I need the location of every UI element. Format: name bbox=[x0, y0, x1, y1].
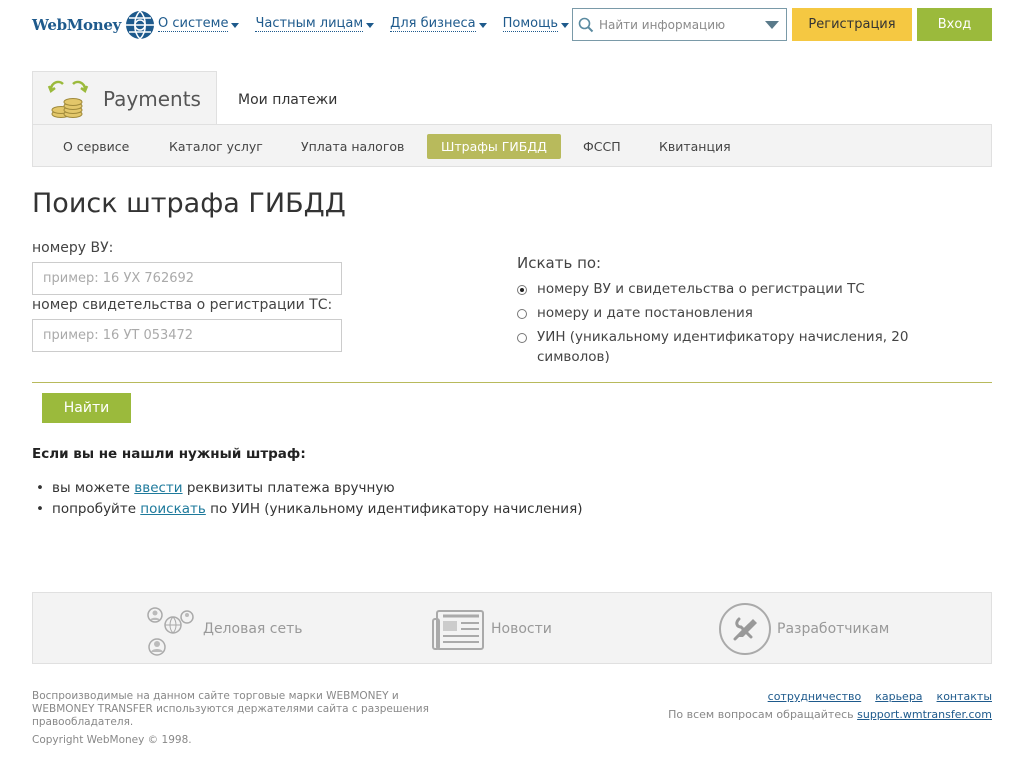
search-icon bbox=[573, 9, 599, 40]
footer-item-business-network[interactable]: Деловая сеть bbox=[143, 593, 302, 665]
login-button[interactable]: Вход bbox=[917, 8, 992, 41]
support-line: По всем вопросам обращайтесь support.wmt… bbox=[668, 708, 992, 721]
vehicle-cert-label: номер свидетельства о регистрации ТС: bbox=[32, 297, 333, 313]
tab-payments[interactable]: Payments bbox=[32, 71, 217, 126]
radio-option-resolution[interactable]: номеру и дате постановления bbox=[517, 303, 937, 323]
enter-manually-link[interactable]: ввести bbox=[134, 480, 182, 496]
vehicle-cert-input[interactable] bbox=[32, 319, 342, 352]
subnav-item-taxes[interactable]: Уплата налогов bbox=[287, 134, 418, 159]
globe-icon bbox=[126, 10, 155, 40]
link-career[interactable]: карьера bbox=[875, 690, 922, 703]
copyright: Copyright WebMoney © 1998. bbox=[32, 734, 192, 746]
business-network-icon bbox=[147, 607, 194, 656]
service-title: Payments bbox=[103, 87, 201, 111]
help-title: Если вы не нашли нужный штраф: bbox=[32, 446, 306, 462]
logo-text: WebMoney bbox=[32, 16, 122, 34]
support-link[interactable]: support.wmtransfer.com bbox=[857, 708, 992, 721]
search-input[interactable] bbox=[599, 17, 759, 32]
register-button[interactable]: Регистрация bbox=[792, 8, 912, 41]
subnav-item-fssp[interactable]: ФССП bbox=[569, 134, 635, 159]
link-cooperation[interactable]: сотрудничество bbox=[768, 690, 862, 703]
radio-option-license-cert[interactable]: номеру ВУ и свидетельства о регистрации … bbox=[517, 279, 937, 299]
footer-item-news[interactable]: Новости bbox=[431, 593, 552, 665]
footer-services: Деловая сеть Новости Разработчикам bbox=[32, 592, 992, 664]
license-number-input[interactable] bbox=[32, 262, 342, 295]
nav-item-individuals[interactable]: Частным лицам bbox=[255, 16, 375, 32]
tools-icon bbox=[719, 603, 771, 655]
search-box bbox=[572, 8, 787, 41]
search-by-label: Искать по: bbox=[517, 254, 602, 272]
service-subnav: О сервисе Каталог услуг Уплата налогов Ш… bbox=[32, 124, 992, 167]
subnav-item-about[interactable]: О сервисе bbox=[49, 134, 143, 159]
subnav-item-receipt[interactable]: Квитанция bbox=[645, 134, 745, 159]
coins-icon bbox=[47, 80, 89, 118]
list-item: вы можете ввести реквизиты платежа вручн… bbox=[32, 478, 582, 499]
radio-button[interactable] bbox=[517, 333, 527, 343]
license-number-label: номеру ВУ: bbox=[32, 240, 114, 256]
tab-my-payments[interactable]: Мои платежи bbox=[238, 92, 337, 108]
search-by-uin-link[interactable]: поискать bbox=[140, 501, 206, 517]
footer-links: сотрудничество карьера контакты bbox=[768, 690, 992, 703]
legal-notice: Воспроизводимые на данном сайте торговые… bbox=[32, 690, 429, 728]
subnav-item-traffic-fines[interactable]: Штрафы ГИБДД bbox=[427, 134, 561, 159]
main-nav: О системе Частным лицам Для бизнеса Помо… bbox=[158, 16, 585, 32]
search-dropdown-icon[interactable] bbox=[762, 15, 782, 35]
list-item: попробуйте поискать по УИН (уникальному … bbox=[32, 499, 582, 520]
divider bbox=[32, 382, 992, 383]
help-list: вы можете ввести реквизиты платежа вручн… bbox=[32, 478, 582, 520]
footer-item-developers[interactable]: Разработчикам bbox=[717, 593, 889, 665]
chevron-down-icon bbox=[561, 22, 569, 28]
nav-item-about[interactable]: О системе bbox=[158, 16, 240, 32]
chevron-down-icon bbox=[366, 22, 375, 28]
radio-button[interactable] bbox=[517, 285, 527, 295]
subnav-item-catalog[interactable]: Каталог услуг bbox=[155, 134, 277, 159]
nav-item-help[interactable]: Помощь bbox=[502, 16, 569, 32]
chevron-down-icon bbox=[478, 22, 487, 28]
webmoney-logo[interactable]: WebMoney bbox=[32, 10, 155, 40]
find-button[interactable]: Найти bbox=[42, 393, 131, 423]
chevron-down-icon bbox=[231, 22, 240, 28]
radio-button[interactable] bbox=[517, 309, 527, 319]
page-title: Поиск штрафа ГИБДД bbox=[32, 188, 346, 219]
nav-item-business[interactable]: Для бизнеса bbox=[390, 16, 487, 32]
header: WebMoney О системе Частным лицам Для биз… bbox=[0, 0, 1024, 50]
radio-option-uin[interactable]: УИН (уникальному идентификатору начислен… bbox=[517, 327, 937, 367]
news-icon bbox=[432, 610, 484, 650]
link-contacts[interactable]: контакты bbox=[937, 690, 992, 703]
